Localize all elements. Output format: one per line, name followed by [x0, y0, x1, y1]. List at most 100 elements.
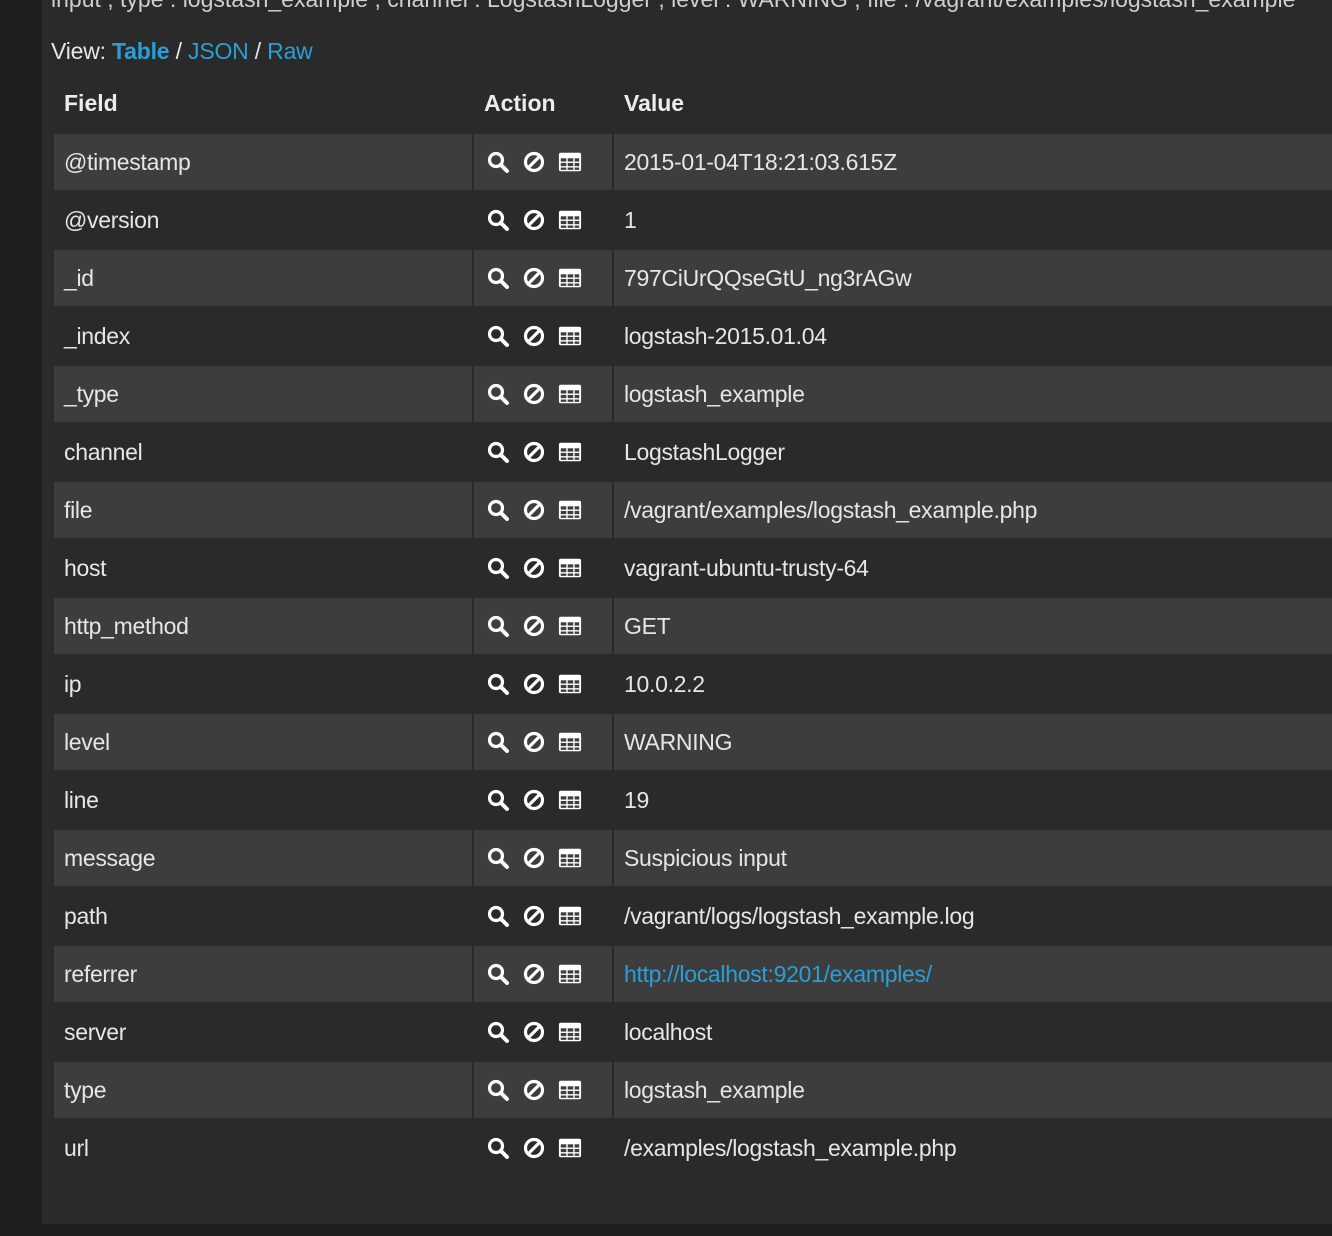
document-detail-panel: input , type : logstash_example , channe…	[42, 0, 1332, 1224]
table-row: type logstash_example	[54, 1062, 1332, 1118]
field-name-cell: url	[54, 1120, 474, 1176]
toggle-column-icon[interactable]	[558, 382, 582, 406]
filter-out-value-icon[interactable]	[522, 846, 546, 870]
filter-out-value-icon[interactable]	[522, 788, 546, 812]
filter-for-value-icon[interactable]	[486, 1020, 510, 1044]
filter-for-value-icon[interactable]	[486, 498, 510, 522]
toggle-column-icon[interactable]	[558, 440, 582, 464]
header-action: Action	[484, 89, 556, 116]
field-value-cell: http://localhost:9201/examples/	[614, 946, 1332, 1002]
filter-out-value-icon[interactable]	[522, 150, 546, 174]
toggle-column-icon[interactable]	[558, 730, 582, 754]
table-row: server localhost	[54, 1004, 1332, 1060]
action-cell	[474, 598, 614, 654]
filter-for-value-icon[interactable]	[486, 1078, 510, 1102]
view-raw-link[interactable]: Raw	[267, 38, 313, 64]
toggle-column-icon[interactable]	[558, 1078, 582, 1102]
action-cell	[474, 888, 614, 944]
filter-for-value-icon[interactable]	[486, 440, 510, 464]
action-icons	[486, 846, 602, 870]
action-cell	[474, 540, 614, 596]
filter-out-value-icon[interactable]	[522, 382, 546, 406]
field-value-cell: 797CiUrQQseGtU_ng3rAGw	[614, 250, 1332, 306]
toggle-column-icon[interactable]	[558, 324, 582, 348]
toggle-column-icon[interactable]	[558, 556, 582, 580]
filter-for-value-icon[interactable]	[486, 150, 510, 174]
action-cell	[474, 192, 614, 248]
toggle-column-icon[interactable]	[558, 150, 582, 174]
filter-for-value-icon[interactable]	[486, 208, 510, 232]
filter-out-value-icon[interactable]	[522, 1020, 546, 1044]
field-name-cell: ip	[54, 656, 474, 712]
toggle-column-icon[interactable]	[558, 614, 582, 638]
filter-out-value-icon[interactable]	[522, 1078, 546, 1102]
toggle-column-icon[interactable]	[558, 208, 582, 232]
action-cell	[474, 424, 614, 480]
view-json-link[interactable]: JSON	[188, 38, 249, 64]
filter-out-value-icon[interactable]	[522, 904, 546, 928]
toggle-column-icon[interactable]	[558, 266, 582, 290]
action-cell	[474, 366, 614, 422]
action-icons	[486, 730, 602, 754]
field-value-cell: WARNING	[614, 714, 1332, 770]
field-name-cell: @version	[54, 192, 474, 248]
filter-for-value-icon[interactable]	[486, 788, 510, 812]
field-name-cell: host	[54, 540, 474, 596]
action-cell	[474, 830, 614, 886]
action-cell	[474, 656, 614, 712]
filter-out-value-icon[interactable]	[522, 498, 546, 522]
toggle-column-icon[interactable]	[558, 1136, 582, 1160]
toggle-column-icon[interactable]	[558, 962, 582, 986]
action-cell	[474, 482, 614, 538]
filter-out-value-icon[interactable]	[522, 1136, 546, 1160]
toggle-column-icon[interactable]	[558, 1020, 582, 1044]
filter-out-value-icon[interactable]	[522, 208, 546, 232]
field-name-cell: type	[54, 1062, 474, 1118]
filter-out-value-icon[interactable]	[522, 672, 546, 696]
filter-out-value-icon[interactable]	[522, 440, 546, 464]
toggle-column-icon[interactable]	[558, 788, 582, 812]
filter-out-value-icon[interactable]	[522, 556, 546, 580]
action-icons	[486, 962, 602, 986]
filter-for-value-icon[interactable]	[486, 962, 510, 986]
action-icons	[486, 904, 602, 928]
header-field: Field	[64, 89, 118, 116]
action-cell	[474, 250, 614, 306]
value-link[interactable]: http://localhost:9201/examples/	[624, 961, 932, 987]
field-name-cell: message	[54, 830, 474, 886]
filter-for-value-icon[interactable]	[486, 324, 510, 348]
filter-for-value-icon[interactable]	[486, 904, 510, 928]
filter-for-value-icon[interactable]	[486, 614, 510, 638]
field-value-cell: /examples/logstash_example.php	[614, 1120, 1332, 1176]
view-label: View:	[51, 38, 106, 64]
filter-out-value-icon[interactable]	[522, 730, 546, 754]
filter-for-value-icon[interactable]	[486, 846, 510, 870]
toggle-column-icon[interactable]	[558, 846, 582, 870]
filter-for-value-icon[interactable]	[486, 382, 510, 406]
document-fields-table: Field Action Value @timestamp 2015-01-04T…	[54, 72, 1332, 1178]
toggle-column-icon[interactable]	[558, 498, 582, 522]
toggle-column-icon[interactable]	[558, 904, 582, 928]
filter-for-value-icon[interactable]	[486, 1136, 510, 1160]
table-row: file/vagrant/examples/logstash_example.p…	[54, 482, 1332, 538]
table-row: channel LogstashLogger	[54, 424, 1332, 480]
action-icons	[486, 614, 602, 638]
filter-out-value-icon[interactable]	[522, 266, 546, 290]
toggle-column-icon[interactable]	[558, 672, 582, 696]
filter-for-value-icon[interactable]	[486, 266, 510, 290]
filter-out-value-icon[interactable]	[522, 614, 546, 638]
field-value-cell: Suspicious input	[614, 830, 1332, 886]
filter-out-value-icon[interactable]	[522, 324, 546, 348]
field-name-cell: level	[54, 714, 474, 770]
document-summary-line: input , type : logstash_example , channe…	[51, 0, 1295, 13]
field-value-cell: 10.0.2.2	[614, 656, 1332, 712]
view-table-link[interactable]: Table	[112, 38, 170, 64]
filter-out-value-icon[interactable]	[522, 962, 546, 986]
field-name-cell: line	[54, 772, 474, 828]
field-name-cell: @timestamp	[54, 134, 474, 190]
filter-for-value-icon[interactable]	[486, 672, 510, 696]
filter-for-value-icon[interactable]	[486, 556, 510, 580]
field-name-cell: referrer	[54, 946, 474, 1002]
filter-for-value-icon[interactable]	[486, 730, 510, 754]
action-cell	[474, 714, 614, 770]
